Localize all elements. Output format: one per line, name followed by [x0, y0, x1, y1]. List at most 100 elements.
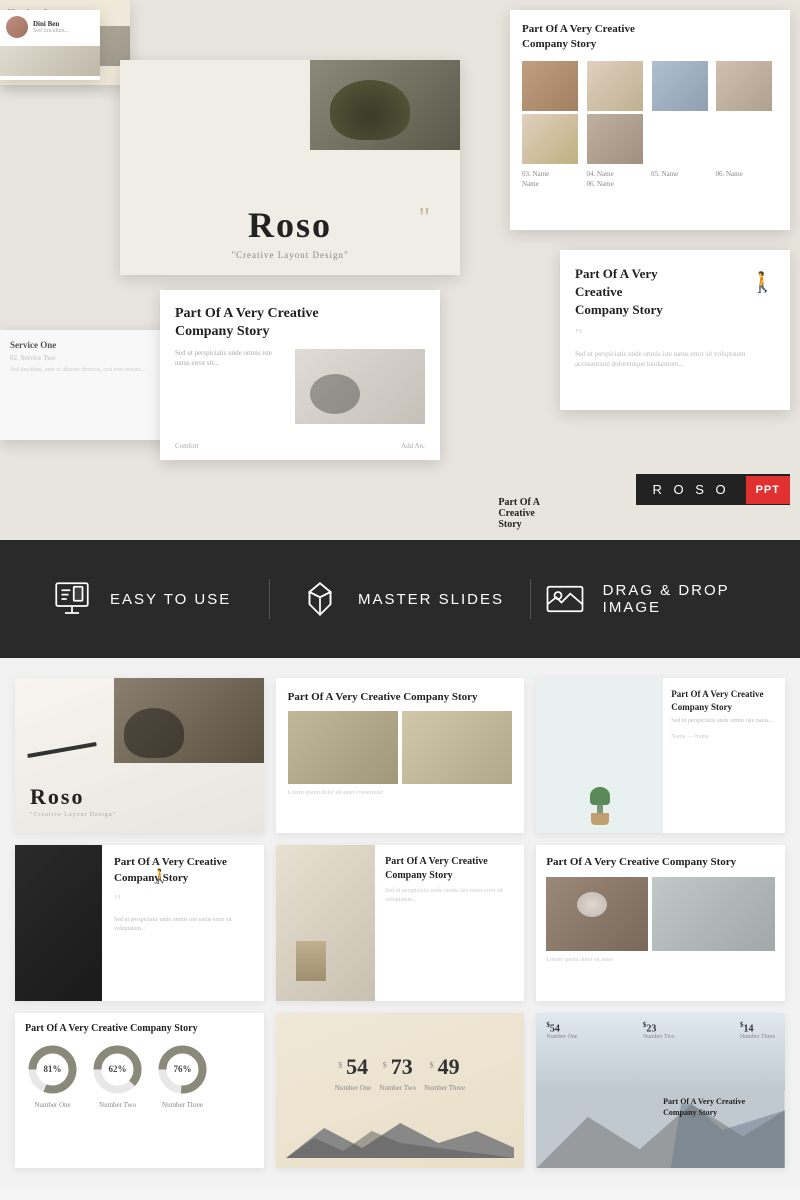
gs3-inner: Part Of A Very Creative Company Story Se…	[536, 678, 785, 833]
pie-label-3: 76%	[174, 1064, 192, 1074]
feature-master-label: MASTER SLIDES	[358, 591, 504, 608]
gs2-bottom: Lorem ipsum dolor sit amet consectetur	[288, 790, 513, 796]
pie-chart-2: 62%	[90, 1042, 145, 1097]
gs2-img1	[288, 711, 398, 783]
gs3-names: Name — Name	[671, 734, 777, 740]
gs8-mountain	[286, 1123, 515, 1158]
slide-bottom-labels: ComfortAdd Arc	[175, 442, 425, 450]
pie-chart-1: 81%	[25, 1042, 80, 1097]
quote-mark: "	[419, 203, 430, 235]
price-col-3: $ 49 Number Three	[424, 1054, 465, 1092]
gs3-pot	[591, 813, 609, 825]
gs9-price-3: $14 Number Three	[740, 1021, 775, 1040]
gs8-inner: $ 54 Number One $ 73 Number Two $ 49	[276, 1013, 525, 1168]
slide-preview-topright: Part Of A Very CreativeCompany Story 03.…	[510, 10, 790, 230]
gs9-name-1: Number One	[546, 1034, 577, 1040]
roso-badge: R O S O PPT	[636, 474, 790, 505]
story-title-tr: Part Of A Very CreativeCompany Story	[522, 22, 778, 53]
gs4-light: Part Of A Very Creative Company Story " …	[102, 845, 264, 1000]
pie-label-2: 62%	[109, 1064, 127, 1074]
gs9-price-2: $23 Number Two	[643, 1021, 675, 1040]
photo-cell	[587, 114, 643, 164]
pie-name-3: Number Three	[162, 1101, 203, 1109]
slide-preview-profile: Dini Ben Sed tincidunt...	[0, 10, 100, 80]
pie-chart-3: 76%	[155, 1042, 210, 1097]
gs6-img2	[652, 877, 775, 951]
gs9-inner: $54 Number One $23 Number Two $14 Number…	[536, 1013, 785, 1168]
gs6-img1	[546, 877, 648, 951]
gs1-pen	[28, 742, 98, 758]
gs3-right: Part Of A Very Creative Company Story Se…	[663, 678, 785, 833]
features-bar: EASY TO USE MASTER SLIDES	[0, 540, 800, 658]
gs6-inner: Part Of A Very Creative Company Story Lo…	[536, 845, 785, 1000]
grid-slide-4: Part Of A Very Creative Company Story " …	[15, 845, 264, 1000]
hero-section: Number One Dini Ben Sed tincidunt... Ros…	[0, 0, 800, 540]
gs3-title: Part Of A Very Creative Company Story	[671, 688, 777, 713]
grid-slide-9: $54 Number One $23 Number Two $14 Number…	[536, 1013, 785, 1168]
price-col-2: $ 73 Number Two	[379, 1054, 416, 1092]
gs9-price-1: $54 Number One	[546, 1021, 577, 1040]
gs3-text: Sed ut perspiciatis unde omnis iste natu…	[671, 717, 777, 726]
slide-preview-story: Part Of A Very CreativeCompany Story Sed…	[160, 290, 440, 460]
price-label-1: Number One	[335, 1084, 371, 1092]
gs5-right: Part Of A Very Creative Company Story Se…	[375, 845, 524, 1000]
slide-preview-midleft: Service One 02. Service Two Sed tincidun…	[0, 330, 170, 440]
story-image	[295, 349, 425, 424]
photo-cell	[522, 114, 578, 164]
gs1-content: Roso "Creative Layout Design"	[30, 784, 116, 818]
badge-name: R O S O	[636, 474, 745, 505]
gs9-bottom: Part Of A Very Creative Company Story	[536, 1091, 785, 1169]
gs5-img	[276, 845, 375, 1000]
rm-title: Part Of A VeryCreativeCompany Story	[575, 265, 775, 320]
gs9-name-2: Number Two	[643, 1034, 675, 1040]
grid-slide-8: $ 54 Number One $ 73 Number Two $ 49	[276, 1013, 525, 1168]
grid-slide-1: Roso "Creative Layout Design"	[15, 678, 264, 833]
gs5-title: Part Of A Very Creative Company Story	[385, 855, 514, 883]
photo-grid	[522, 61, 778, 164]
grid-slide-5: Part Of A Very Creative Company Story Se…	[276, 845, 525, 1000]
feature-drag-label: DRAG & DROP IMAGE	[603, 582, 780, 616]
pie-1: 81% Number One	[25, 1042, 80, 1109]
grid-slide-7: Part Of A Very Creative Company Story 81…	[15, 1013, 264, 1168]
feature-easy-to-use: EASY TO USE	[20, 575, 259, 623]
gs2-img2	[402, 711, 512, 783]
gs9-name-3: Number Three	[740, 1034, 775, 1040]
gs5-inner: Part Of A Very Creative Company Story Se…	[276, 845, 525, 1000]
gs9-val-3: 14	[743, 1023, 753, 1034]
roso-subtitle: "Creative Layout Design"	[231, 250, 348, 260]
gs4-quote: "	[114, 891, 252, 912]
price-label-3: Number Three	[424, 1084, 465, 1092]
rm-text: Sed ut perspiciatis unde omnis iste natu…	[575, 349, 775, 370]
price-num-3: 49	[438, 1054, 460, 1079]
gs9-prices: $54 Number One $23 Number Two $14 Number…	[546, 1021, 775, 1040]
image-icon	[541, 575, 589, 623]
figure-icon: 🚶	[750, 270, 775, 295]
rm-quote: "	[575, 325, 775, 346]
gs9-top: $54 Number One $23 Number Two $14 Number…	[536, 1013, 785, 1091]
feature-drag-drop: DRAG & DROP IMAGE	[541, 575, 780, 623]
gs7-charts: 81% Number One 62% Number Two	[25, 1042, 254, 1109]
pie-3: 76% Number Three	[155, 1042, 210, 1109]
name-labels: 03. Name 04. Name 05. Name 06. Name Name…	[522, 170, 778, 188]
badge-format: PPT	[746, 476, 790, 504]
gs9-story: Part Of A Very Creative Company Story	[663, 1096, 775, 1118]
bottom-partial-title: Part Of ACreativeStory	[498, 497, 540, 530]
gs6-imgs	[546, 877, 775, 951]
divider-1	[269, 579, 270, 619]
price-display-2: $ 73	[379, 1054, 416, 1080]
story-title: Part Of A Very CreativeCompany Story	[175, 305, 425, 341]
gs7-title: Part Of A Very Creative Company Story	[25, 1023, 254, 1034]
gs4-title: Part Of A Very Creative Company Story	[114, 855, 252, 886]
price-num-1: 54	[346, 1054, 368, 1079]
gs2-title: Part Of A Very Creative Company Story	[288, 690, 513, 705]
price-display-3: $ 49	[424, 1054, 465, 1080]
grid-slide-6: Part Of A Very Creative Company Story Lo…	[536, 845, 785, 1000]
presentation-icon	[48, 575, 96, 623]
pie-name-1: Number One	[34, 1101, 70, 1109]
gs2-inner: Part Of A Very Creative Company Story Lo…	[276, 678, 525, 833]
feature-master-slides: MASTER SLIDES	[280, 575, 519, 623]
price-col-1: $ 54 Number One	[335, 1054, 371, 1092]
gem-icon	[296, 575, 344, 623]
photo-cell	[716, 61, 772, 111]
grid-slide-3: Part Of A Very Creative Company Story Se…	[536, 678, 785, 833]
